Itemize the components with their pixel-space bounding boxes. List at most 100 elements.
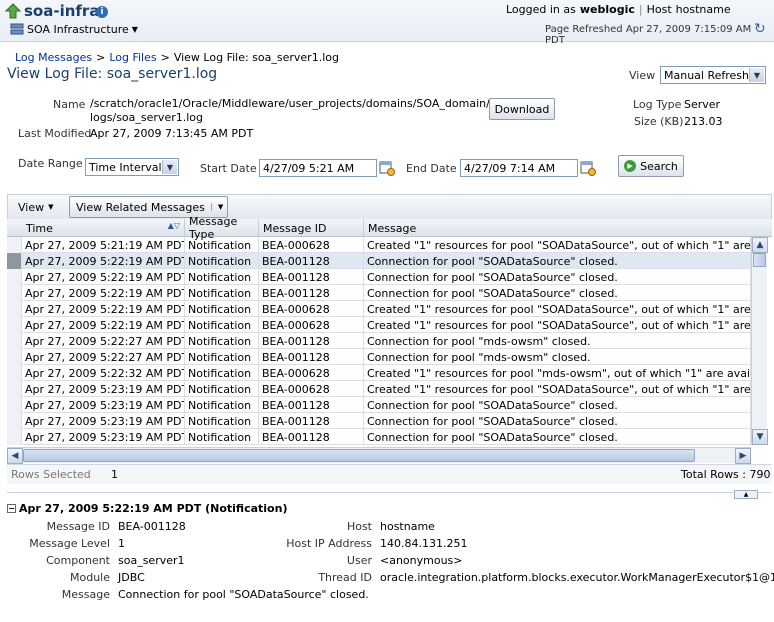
log-type-value: Server [684,98,721,111]
table-row[interactable]: Apr 27, 2009 5:22:32 AM PDT Notification B… [7,365,751,381]
detail-header[interactable]: − Apr 27, 2009 5:22:19 AM PDT (Notificat… [7,502,287,515]
detail-label: Message ID [46,520,110,533]
detail-value: hostname [380,520,435,533]
vertical-scrollbar[interactable]: ▲ ▼ [751,237,768,445]
server-icon [10,23,24,35]
breadcrumb-current: View Log File: soa_server1.log [173,51,339,64]
cell-message: Connection for pool "SOADataSource" clos… [364,285,751,301]
splitter[interactable] [7,492,772,498]
calendar-icon[interactable] [379,160,395,179]
row-selector[interactable] [7,301,22,317]
cell-message-type: Notification [185,381,259,397]
date-range-select[interactable]: Time Interval ▼ [85,158,179,176]
table-body: Apr 27, 2009 5:21:19 AM PDT Notification B… [7,237,751,445]
search-button[interactable]: ▶ Search [618,155,684,177]
row-selector[interactable] [7,397,22,413]
cell-message-type: Notification [185,237,259,253]
collapse-splitter-icon[interactable]: ▲ [734,490,758,499]
table-row[interactable]: Apr 27, 2009 5:22:27 AM PDT Notification B… [7,349,751,365]
detail-value: <anonymous> [380,554,463,567]
cell-message-type: Notification [185,269,259,285]
scroll-right-icon[interactable]: ▶ [735,448,751,464]
cell-message-type: Notification [185,285,259,301]
home-arrow-icon[interactable] [4,3,22,22]
table-row[interactable]: Apr 27, 2009 5:22:19 AM PDT Notification B… [7,301,751,317]
column-header-time[interactable]: Time ▲▽ [22,219,185,237]
logged-in-prefix: Logged in as [506,3,576,16]
scroll-up-icon[interactable]: ▲ [752,237,768,253]
row-selector[interactable] [7,269,22,285]
table-header: Time ▲▽ Message Type Message ID Message [7,215,772,241]
soa-infrastructure-label: SOA Infrastructure [27,23,129,36]
row-selector[interactable] [7,285,22,301]
sort-icon[interactable]: ▲▽ [168,221,180,230]
size-label: Size (KB) [634,115,684,128]
table-row[interactable]: Apr 27, 2009 5:22:19 AM PDT Notification B… [7,253,751,269]
table-footer: Rows Selected 1 Total Rows : 790 [7,464,772,484]
cell-message: Created "1" resources for pool "SOADataS… [364,381,751,397]
cell-message: Created "1" resources for pool "SOADataS… [364,317,751,333]
cell-message-type: Notification [185,317,259,333]
soa-infrastructure-menu[interactable]: SOA Infrastructure ▼ [10,23,138,36]
view-select[interactable]: Manual Refresh ▼ [660,66,766,84]
row-selector[interactable] [7,317,22,333]
table-row[interactable]: Apr 27, 2009 5:22:19 AM PDT Notification B… [7,317,751,333]
download-button[interactable]: Download [489,98,555,120]
table-row[interactable]: Apr 27, 2009 5:22:19 AM PDT Notification B… [7,285,751,301]
column-header-message-type[interactable]: Message Type [185,215,259,241]
breadcrumb-log-files[interactable]: Log Files [109,51,156,64]
size-value: 213.03 [684,115,723,128]
chevron-down-icon: ▼ [48,203,54,211]
column-header-time-label: Time [26,221,53,235]
log-type-label: Log Type [633,98,682,111]
row-selector[interactable] [7,365,22,381]
table-row[interactable]: Apr 27, 2009 5:23:19 AM PDT Notification B… [7,397,751,413]
refresh-icon[interactable]: ↻ [754,21,766,37]
scroll-left-icon[interactable]: ◀ [7,448,23,464]
table-row[interactable]: Apr 27, 2009 5:23:19 AM PDT Notification B… [7,381,751,397]
detail-value: JDBC [118,571,145,584]
row-selector[interactable] [7,333,22,349]
scroll-down-icon[interactable]: ▼ [752,429,768,445]
cell-message-type: Notification [185,397,259,413]
cell-message-type: Notification [185,365,259,381]
start-date-input[interactable]: 4/27/09 5:21 AM [259,159,377,177]
table-row[interactable]: Apr 27, 2009 5:23:19 AM PDT Notification B… [7,413,751,429]
view-menu[interactable]: View ▼ [12,197,60,217]
row-selector[interactable] [7,429,22,445]
row-selector[interactable] [7,237,22,253]
detail-label: Message [61,588,110,601]
end-date-input[interactable]: 4/27/09 7:14 AM [460,159,578,177]
total-rows: Total Rows : 790 [681,468,771,481]
cell-message-id: BEA-000628 [259,301,364,317]
table-row[interactable]: Apr 27, 2009 5:22:19 AM PDT Notification B… [7,269,751,285]
calendar-icon[interactable] [580,160,596,179]
table-toolbar: View ▼ View Related Messages ▼ [7,194,772,220]
table-row[interactable]: Apr 27, 2009 5:21:19 AM PDT Notification B… [7,237,751,253]
search-go-icon: ▶ [624,160,637,172]
row-selector[interactable] [7,253,22,269]
horizontal-scroll-thumb[interactable] [23,449,695,462]
row-selector[interactable] [7,349,22,365]
row-selector[interactable] [7,381,22,397]
vertical-scroll-thumb[interactable] [753,253,766,267]
info-icon[interactable]: i [96,6,108,18]
column-header-message[interactable]: Message [364,219,772,237]
horizontal-scrollbar[interactable]: ◀ ▶ [7,447,751,464]
breadcrumb-log-messages[interactable]: Log Messages [15,51,92,64]
table-row[interactable]: Apr 27, 2009 5:22:27 AM PDT Notification B… [7,333,751,349]
breadcrumb: Log Messages > Log Files > View Log File… [15,51,339,64]
view-select-value: Manual Refresh [664,68,750,82]
cell-time: Apr 27, 2009 5:22:19 AM PDT [22,301,185,317]
row-selector[interactable] [7,413,22,429]
column-header-message-id[interactable]: Message ID [259,219,364,237]
cell-time: Apr 27, 2009 5:22:19 AM PDT [22,269,185,285]
name-value-line1: /scratch/oracle1/Oracle/Middleware/user_… [90,97,535,110]
chevron-down-icon: ▼ [749,68,764,82]
table-row[interactable]: Apr 27, 2009 5:23:19 AM PDT Notification B… [7,429,751,445]
cell-message-type: Notification [185,333,259,349]
view-menu-label: View [18,200,45,214]
rows-selected-label: Rows Selected [11,468,91,481]
collapse-icon[interactable]: − [7,504,16,513]
cell-time: Apr 27, 2009 5:22:19 AM PDT [22,285,185,301]
